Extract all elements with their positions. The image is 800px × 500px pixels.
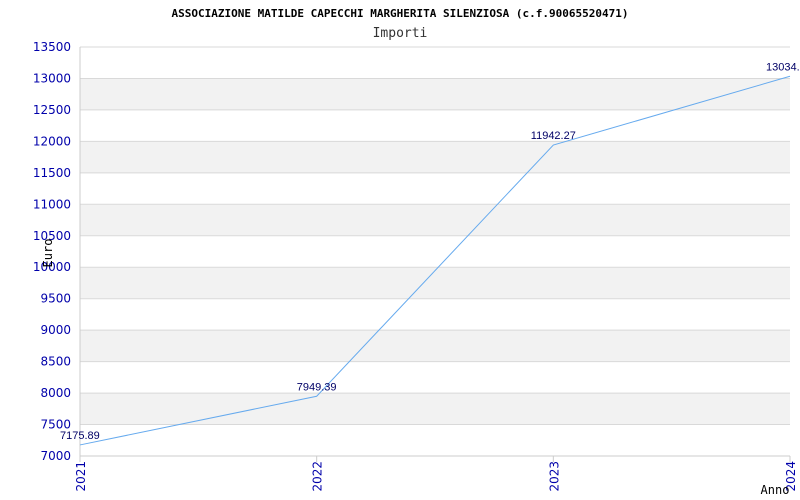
data-labels: 7175.89 7949.39 11942.27 13034.7 [60, 61, 800, 442]
x-tick-label: 2021 [74, 461, 88, 492]
x-tick-label: 2022 [311, 461, 325, 492]
plot-band [80, 141, 790, 173]
x-axis-ticks: 2021 2022 2023 2024 [74, 456, 798, 492]
series-line [79, 75, 791, 446]
y-tick-label: 13000 [33, 71, 71, 85]
y-tick-label: 12000 [33, 134, 71, 148]
data-label: 7949.39 [297, 381, 337, 393]
plot-band [80, 330, 790, 362]
data-label: 7175.89 [60, 430, 100, 442]
y-tick-label: 12500 [33, 103, 71, 117]
plot-bands [80, 78, 790, 425]
chart-title: ASSOCIAZIONE MATILDE CAPECCHI MARGHERITA… [172, 7, 629, 20]
plot-band [80, 393, 790, 425]
x-axis-label: Anno [761, 483, 790, 497]
y-tick-label: 8000 [40, 386, 71, 400]
y-tick-label: 11000 [33, 197, 71, 211]
line-chart: ASSOCIAZIONE MATILDE CAPECCHI MARGHERITA… [33, 7, 800, 497]
y-tick-label: 13500 [33, 40, 71, 54]
y-tick-label: 9500 [40, 292, 71, 306]
plot-band [80, 267, 790, 299]
chart-container: ASSOCIAZIONE MATILDE CAPECCHI MARGHERITA… [0, 0, 800, 500]
data-label: 11942.27 [531, 130, 576, 142]
x-tick-label: 2023 [547, 461, 561, 492]
y-tick-label: 9000 [40, 323, 71, 337]
y-tick-label: 8500 [40, 355, 71, 369]
data-label: 13034.7 [766, 61, 800, 73]
y-tick-label: 7000 [40, 449, 71, 463]
chart-subtitle: Importi [373, 26, 428, 41]
y-axis-label: Euro [41, 239, 55, 268]
plot-band [80, 204, 790, 236]
y-tick-label: 11500 [33, 166, 71, 180]
plot-band [80, 78, 790, 110]
